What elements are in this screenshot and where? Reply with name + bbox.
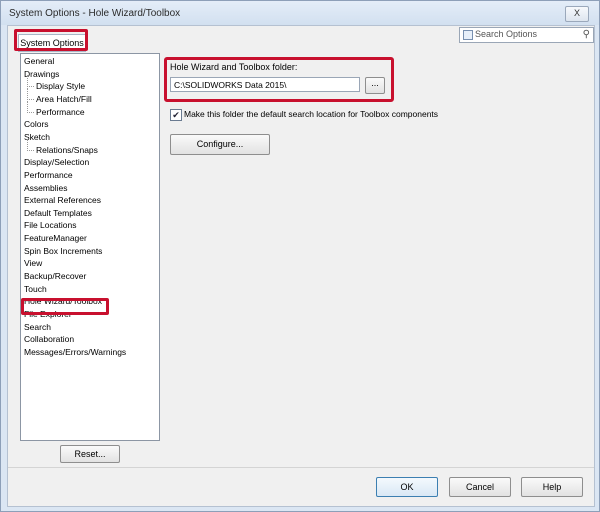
tree-item[interactable]: Relations/Snaps [27,138,98,155]
search-icon[interactable]: ⚲ [583,29,590,40]
ok-button[interactable]: OK [376,477,438,497]
tree-item[interactable]: General [24,56,54,66]
close-button[interactable]: X [565,6,589,22]
configure-button[interactable]: Configure... [170,134,270,155]
window-title: System Options - Hole Wizard/Toolbox [9,8,181,19]
cancel-button[interactable]: Cancel [449,477,511,497]
dialog-footer: OK Cancel Help [8,468,594,506]
search-placeholder: Search Options [475,29,538,39]
options-icon [463,30,473,40]
highlight-box-tree-item [21,298,109,315]
tree-item[interactable]: External References [24,195,101,205]
tree-item[interactable]: Assemblies [24,183,67,193]
search-options-input[interactable]: Search Options ⚲ [459,27,594,43]
tree-item[interactable]: File Locations [24,220,76,230]
default-search-checkbox[interactable]: ✔ [170,109,182,121]
highlight-box-tab [14,29,88,51]
tree-item[interactable]: Display Style [26,75,85,91]
help-button[interactable]: Help [521,477,583,497]
system-options-window: System Options - Hole Wizard/Toolbox X S… [0,0,600,512]
title-bar[interactable]: System Options - Hole Wizard/Toolbox X [1,1,599,25]
tree-item[interactable]: Performance [27,100,85,117]
highlight-box-folder [164,57,394,102]
tree-item[interactable]: Area Hatch/Fill [27,87,92,104]
tree-item[interactable]: Spin Box Increments [24,246,102,256]
tree-item[interactable]: Messages/Errors/Warnings [24,347,126,357]
tree-item[interactable]: Default Templates [24,208,92,218]
tree-item[interactable]: View [24,258,42,268]
tree-item[interactable]: Display/Selection [24,157,89,167]
tree-item[interactable]: Backup/Recover [24,271,86,281]
tree-item[interactable]: Search [24,322,51,332]
tree-item[interactable]: Touch [24,284,47,294]
tree-item[interactable]: Collaboration [24,334,74,344]
dialog-body: System Options Search Options ⚲ General D… [7,25,595,507]
tree-item[interactable]: Performance [24,170,73,180]
reset-button[interactable]: Reset... [60,445,120,463]
options-tree[interactable]: General Drawings Display Style Area Hatch/F… [20,53,160,441]
tree-item[interactable]: FeatureManager [24,233,87,243]
default-search-label: Make this folder the default search loca… [184,109,439,119]
tree-item[interactable]: Colors [24,119,49,129]
